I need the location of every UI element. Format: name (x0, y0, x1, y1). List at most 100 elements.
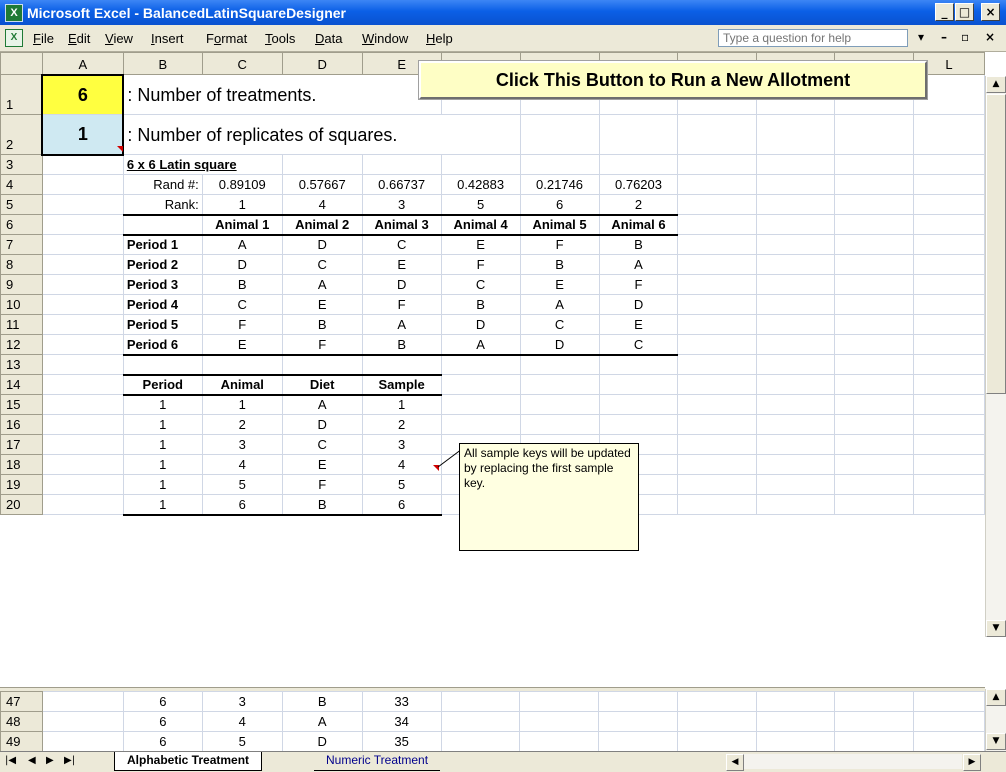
latin-cell[interactable]: C (519, 314, 600, 335)
latin-cell[interactable]: E (201, 334, 283, 356)
row-header[interactable]: 17 (0, 434, 43, 455)
minimize-button[interactable]: _ (935, 3, 954, 21)
menu-insert[interactable]: Insert (151, 31, 184, 46)
allot-cell[interactable]: D (281, 414, 363, 435)
period-label[interactable]: Period 6 (122, 334, 203, 356)
latin-cell[interactable]: C (281, 254, 363, 275)
animal-header[interactable]: Animal 3 (361, 214, 442, 236)
latin-cell[interactable]: F (598, 274, 679, 295)
latin-cell[interactable]: C (361, 234, 442, 255)
latin-cell[interactable]: A (201, 234, 283, 255)
allot-header-period[interactable]: Period (122, 374, 203, 396)
first-sheet-icon[interactable]: |◀ (5, 755, 16, 766)
animal-header[interactable]: Animal 1 (201, 214, 283, 236)
allot-cell[interactable]: 5 (361, 474, 442, 495)
latin-cell[interactable]: C (598, 334, 679, 356)
latin-cell[interactable]: C (201, 294, 283, 315)
period-label[interactable]: Period 4 (122, 294, 203, 315)
latin-cell[interactable]: A (281, 274, 363, 295)
allot-cell[interactable]: 34 (361, 711, 442, 732)
row-header[interactable]: 2 (0, 114, 43, 155)
scroll-up-icon[interactable]: ▲ (986, 76, 1006, 93)
allot-cell[interactable]: 5 (201, 474, 283, 495)
hscroll-right-icon[interactable]: ▶ (963, 754, 981, 771)
allot-cell[interactable]: 4 (361, 454, 442, 475)
col-header-b[interactable]: B (122, 52, 203, 75)
allot-cell[interactable]: D (281, 731, 363, 752)
vertical-scrollbar-bottom[interactable]: ▲ ▼ (985, 689, 1006, 751)
help-search-input[interactable] (718, 29, 908, 47)
col-header-d[interactable]: D (281, 52, 363, 75)
row-header[interactable]: 6 (0, 214, 43, 235)
replicates-input-cell[interactable]: 1 (41, 114, 125, 156)
latin-cell[interactable]: F (361, 294, 442, 315)
rank-value[interactable]: 3 (361, 194, 442, 216)
row-header[interactable]: 3 (0, 154, 43, 175)
allot-cell[interactable]: 5 (201, 731, 283, 752)
latin-cell[interactable]: F (440, 254, 521, 275)
latin-cell[interactable]: D (281, 234, 363, 255)
latin-cell[interactable]: B (281, 314, 363, 335)
row-header[interactable]: 47 (0, 691, 43, 712)
latin-cell[interactable]: D (440, 314, 521, 335)
run-new-allotment-button[interactable]: Click This Button to Run a New Allotment (418, 60, 928, 100)
allot-cell[interactable]: 35 (361, 731, 442, 752)
allot-cell[interactable]: 4 (201, 711, 283, 732)
cell[interactable] (122, 214, 203, 236)
scroll-down-icon[interactable]: ▼ (986, 620, 1006, 637)
rank-value[interactable]: 1 (201, 194, 283, 216)
latin-cell[interactable]: B (519, 254, 600, 275)
maximize-button[interactable]: □ (955, 3, 974, 21)
allot-cell[interactable]: 1 (122, 394, 203, 415)
latin-cell[interactable]: B (361, 334, 442, 356)
row-header[interactable]: 1 (0, 74, 43, 115)
animal-header[interactable]: Animal 4 (440, 214, 521, 236)
prev-sheet-icon[interactable]: ◀ (28, 755, 36, 766)
latin-cell[interactable]: F (201, 314, 283, 335)
allot-cell[interactable]: 1 (122, 494, 203, 516)
rand-value[interactable]: 0.57667 (281, 174, 363, 195)
scroll-thumb[interactable] (986, 94, 1006, 394)
treatments-input-cell[interactable]: 6 (41, 73, 125, 115)
allot-cell[interactable]: E (281, 454, 363, 475)
workbook-icon[interactable]: X (5, 29, 23, 47)
allot-cell[interactable]: 3 (201, 691, 283, 712)
animal-header[interactable]: Animal 6 (598, 214, 679, 236)
latin-cell[interactable]: E (281, 294, 363, 315)
latin-cell[interactable]: F (281, 334, 363, 356)
allot-cell[interactable]: 1 (361, 394, 442, 415)
allot-cell[interactable]: 6 (361, 494, 442, 516)
row-header[interactable]: 7 (0, 234, 43, 255)
allot-cell[interactable]: 33 (361, 691, 442, 712)
allot-cell[interactable]: A (281, 711, 363, 732)
latin-cell[interactable]: F (519, 234, 600, 255)
allot-cell[interactable]: C (281, 434, 363, 455)
row-header[interactable]: 8 (0, 254, 43, 275)
allot-cell[interactable]: 2 (361, 414, 442, 435)
menu-tools[interactable]: Tools (265, 31, 295, 46)
period-label[interactable]: Period 3 (122, 274, 203, 295)
allot-cell[interactable]: B (281, 691, 363, 712)
animal-header[interactable]: Animal 5 (519, 214, 600, 236)
allot-header-diet[interactable]: Diet (281, 374, 363, 396)
row-header[interactable]: 11 (0, 314, 43, 335)
vertical-scrollbar-top[interactable]: ▲ ▼ (985, 76, 1006, 637)
help-dropdown-icon[interactable]: ▾ (918, 30, 924, 44)
rand-value[interactable]: 0.21746 (519, 174, 600, 195)
row-header[interactable]: 13 (0, 354, 43, 375)
allot-cell[interactable]: 3 (361, 434, 442, 455)
col-header-c[interactable]: C (201, 52, 283, 75)
scroll-up-icon[interactable]: ▲ (986, 689, 1006, 706)
latin-cell[interactable]: A (598, 254, 679, 275)
period-label[interactable]: Period 5 (122, 314, 203, 335)
col-header-a[interactable]: A (41, 52, 124, 75)
animal-header[interactable]: Animal 2 (281, 214, 363, 236)
latin-cell[interactable]: A (361, 314, 442, 335)
doc-close-button[interactable]: × (985, 30, 995, 44)
next-sheet-icon[interactable]: ▶ (46, 755, 54, 766)
close-button[interactable]: × (981, 3, 1000, 21)
allot-cell[interactable]: 3 (201, 434, 283, 455)
menu-file[interactable]: File (33, 31, 54, 46)
rank-value[interactable]: 4 (281, 194, 363, 216)
menu-window[interactable]: Window (362, 31, 408, 46)
